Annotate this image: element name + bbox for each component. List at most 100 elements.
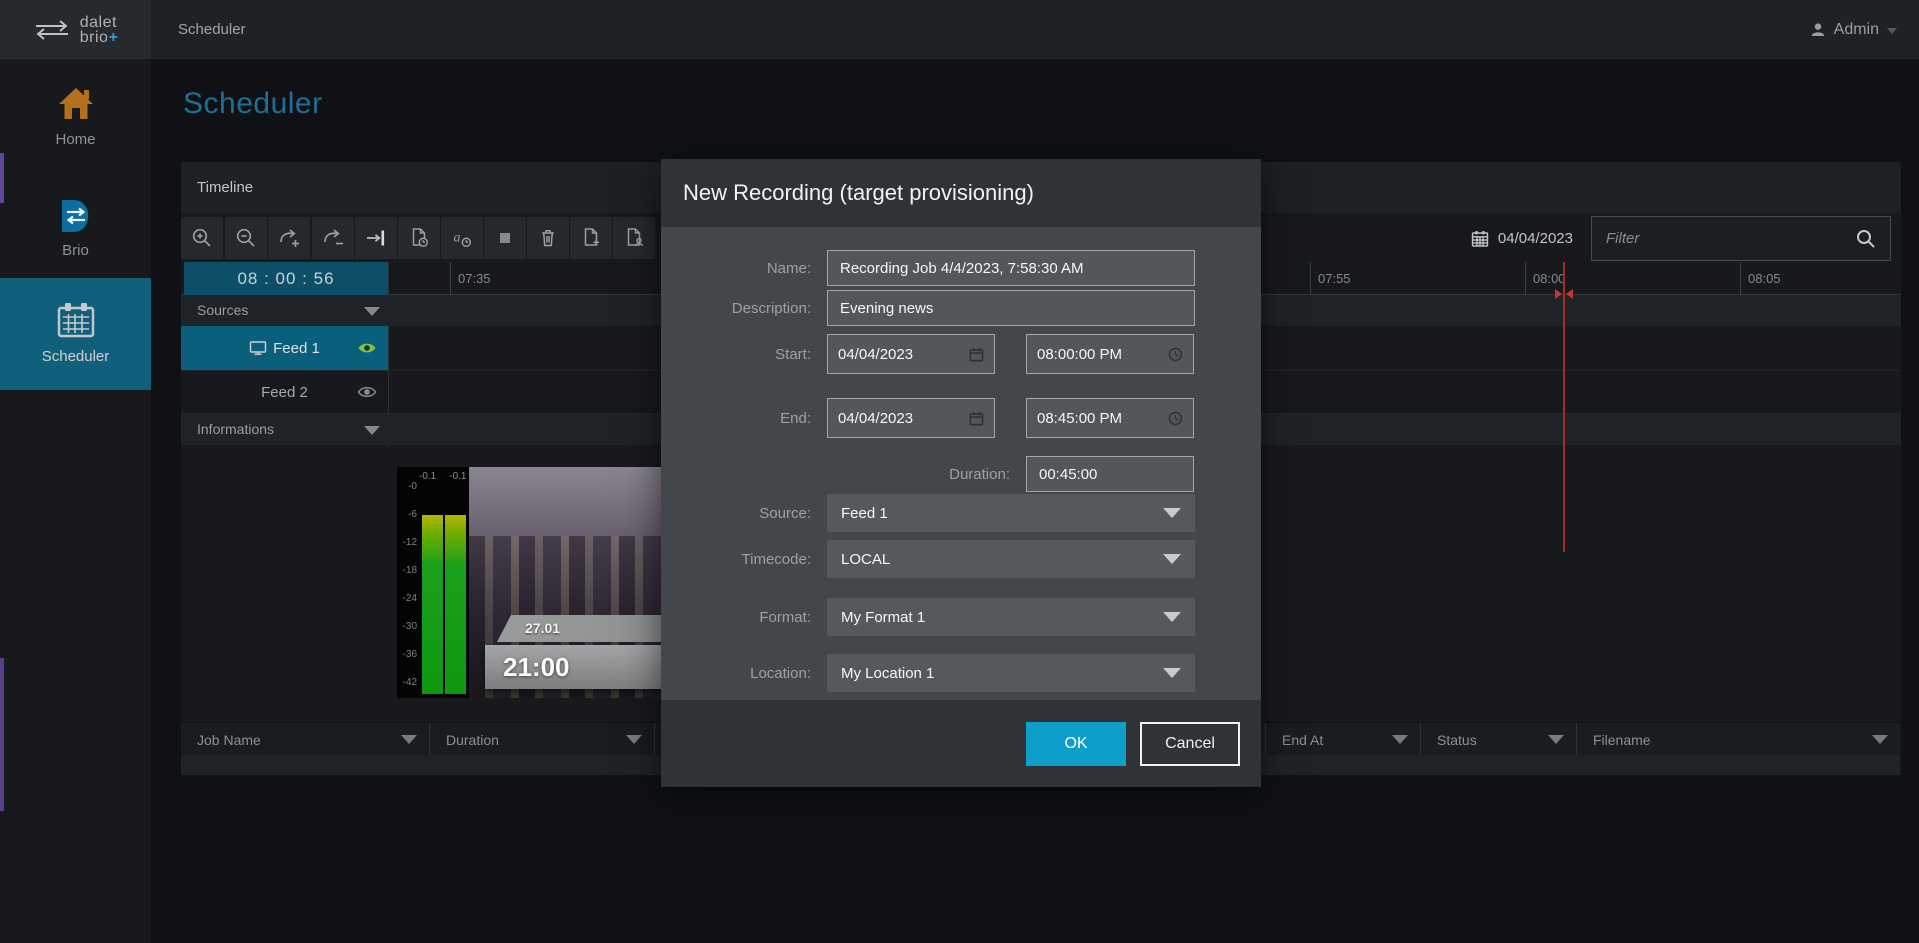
sidebar-item-label: Brio [0, 242, 151, 259]
cancel-button[interactable]: Cancel [1140, 722, 1240, 766]
sidebar-item-brio[interactable]: Brio [0, 198, 151, 259]
capture-text-button[interactable]: a [441, 217, 483, 259]
end-date-input[interactable]: 04/04/2023 [827, 398, 995, 438]
start-label: Start: [661, 346, 811, 363]
start-row: Start: 04/04/2023 08:00:00 PM [661, 334, 1261, 374]
feed2-label: Feed 2 [261, 384, 308, 401]
column-header-end-at[interactable]: End At [1266, 723, 1421, 756]
feed2-visibility-eye-icon[interactable] [357, 385, 377, 400]
column-header-filename[interactable]: Filename [1577, 723, 1900, 756]
source-select[interactable]: Feed 1 [827, 494, 1195, 532]
description-input[interactable] [827, 290, 1195, 326]
sidebar: Home Brio [0, 59, 151, 943]
calendar-icon[interactable] [969, 347, 984, 362]
playhead-marker-icon[interactable] [1555, 289, 1562, 299]
format-label: Format: [661, 609, 811, 626]
svg-text:a: a [454, 231, 461, 246]
duration-row: Duration: [661, 456, 1261, 492]
duration-input[interactable] [1026, 456, 1194, 492]
chevron-down-icon [1163, 554, 1181, 564]
playhead[interactable] [1563, 262, 1565, 552]
accent-strip [0, 658, 4, 811]
filter-input[interactable] [1606, 230, 1855, 247]
meter-scale-label: -18 [397, 565, 417, 576]
source-label: Source: [661, 505, 811, 522]
add-user-file-button[interactable] [613, 217, 655, 259]
logo-text: dalet brio+ [80, 15, 119, 45]
name-input[interactable] [827, 250, 1195, 286]
date-picker[interactable]: 04/04/2023 [1471, 230, 1573, 248]
chevron-down-icon [1392, 735, 1408, 744]
timecode-select[interactable]: LOCAL [827, 540, 1195, 578]
add-file-button[interactable] [570, 217, 612, 259]
end-time-input[interactable]: 08:45:00 PM [1026, 398, 1194, 438]
new-recording-dialog: New Recording (target provisioning) Name… [661, 159, 1261, 787]
page-title: Scheduler [183, 87, 323, 121]
end-label: End: [661, 410, 811, 427]
column-header-duration[interactable]: Duration [430, 723, 655, 756]
sidebar-item-scheduler[interactable]: Scheduler [0, 278, 151, 390]
column-header-job-name[interactable]: Job Name [181, 723, 430, 756]
stop-button[interactable] [484, 217, 526, 259]
app-logo[interactable]: dalet brio+ [0, 0, 151, 59]
ruler-tick: 07:55 [1310, 262, 1351, 295]
ok-button[interactable]: OK [1026, 722, 1126, 766]
start-date-input[interactable]: 04/04/2023 [827, 334, 995, 374]
clock-icon[interactable] [1168, 347, 1183, 362]
audio-level-bar-left [422, 515, 443, 694]
capture-file-icon [407, 226, 431, 250]
capture-text-icon: a [450, 226, 474, 250]
go-to-end-button[interactable] [355, 217, 397, 259]
name-row: Name: [661, 250, 1261, 286]
meter-scale-label: -6 [397, 509, 417, 520]
user-name: Admin [1834, 21, 1879, 39]
stop-icon [493, 226, 517, 250]
go-to-end-icon [364, 226, 388, 250]
format-select[interactable]: My Format 1 [827, 598, 1195, 636]
format-row: Format: My Format 1 [661, 598, 1261, 636]
add-user-file-icon [622, 226, 646, 250]
user-menu[interactable]: Admin [1810, 21, 1897, 39]
location-select[interactable]: My Location 1 [827, 654, 1195, 692]
chevron-down-icon [1872, 735, 1888, 744]
duration-label: Duration: [661, 466, 1010, 483]
chevron-down-icon [1548, 735, 1564, 744]
calendar-icon[interactable] [969, 411, 984, 426]
redo-remove-icon [321, 226, 345, 250]
playhead-marker-icon[interactable] [1566, 289, 1573, 299]
chevron-down-icon [626, 735, 642, 744]
filter-box[interactable] [1591, 216, 1891, 261]
feed2-cell[interactable]: Feed 2 [181, 371, 388, 413]
logo-plus: + [108, 29, 118, 46]
topbar: dalet brio+ Scheduler Admin [0, 0, 1919, 59]
dialog-body: Name: Description: Start: 04/04/2023 08:… [661, 227, 1261, 700]
timecode-display: 08 : 00 : 56 [184, 262, 388, 295]
zoom-in-button[interactable] [181, 217, 223, 259]
column-header-status[interactable]: Status [1421, 723, 1577, 756]
home-icon [0, 85, 151, 123]
location-label: Location: [661, 665, 811, 682]
feed1-visibility-eye-icon[interactable] [357, 341, 377, 356]
sidebar-item-home[interactable]: Home [0, 85, 151, 148]
logo-arrows-icon [33, 19, 71, 41]
delete-button[interactable] [527, 217, 569, 259]
chevron-down-icon [364, 307, 380, 316]
peak-left: -0.1 [419, 471, 436, 482]
meter-scale-label: -42 [397, 677, 417, 688]
clock-icon[interactable] [1168, 411, 1183, 426]
audio-peak-values: -0.1 -0.1 [419, 471, 466, 482]
zoom-out-button[interactable] [225, 217, 267, 259]
chevron-down-icon [1163, 612, 1181, 622]
app-screen: dalet brio+ Scheduler Admin [0, 0, 1919, 943]
capture-file-button[interactable] [398, 217, 440, 259]
chevron-down-icon [1887, 28, 1897, 34]
start-time-input[interactable]: 08:00:00 PM [1026, 334, 1194, 374]
search-icon [1855, 228, 1876, 249]
audio-level-bar-right [445, 515, 466, 694]
feed1-cell[interactable]: Feed 1 [181, 326, 388, 370]
redo-add-icon [277, 226, 301, 250]
feed1-label: Feed 1 [273, 340, 320, 357]
redo-add-button[interactable] [268, 217, 310, 259]
meter-scale-label: -36 [397, 649, 417, 660]
redo-remove-button[interactable] [312, 217, 354, 259]
